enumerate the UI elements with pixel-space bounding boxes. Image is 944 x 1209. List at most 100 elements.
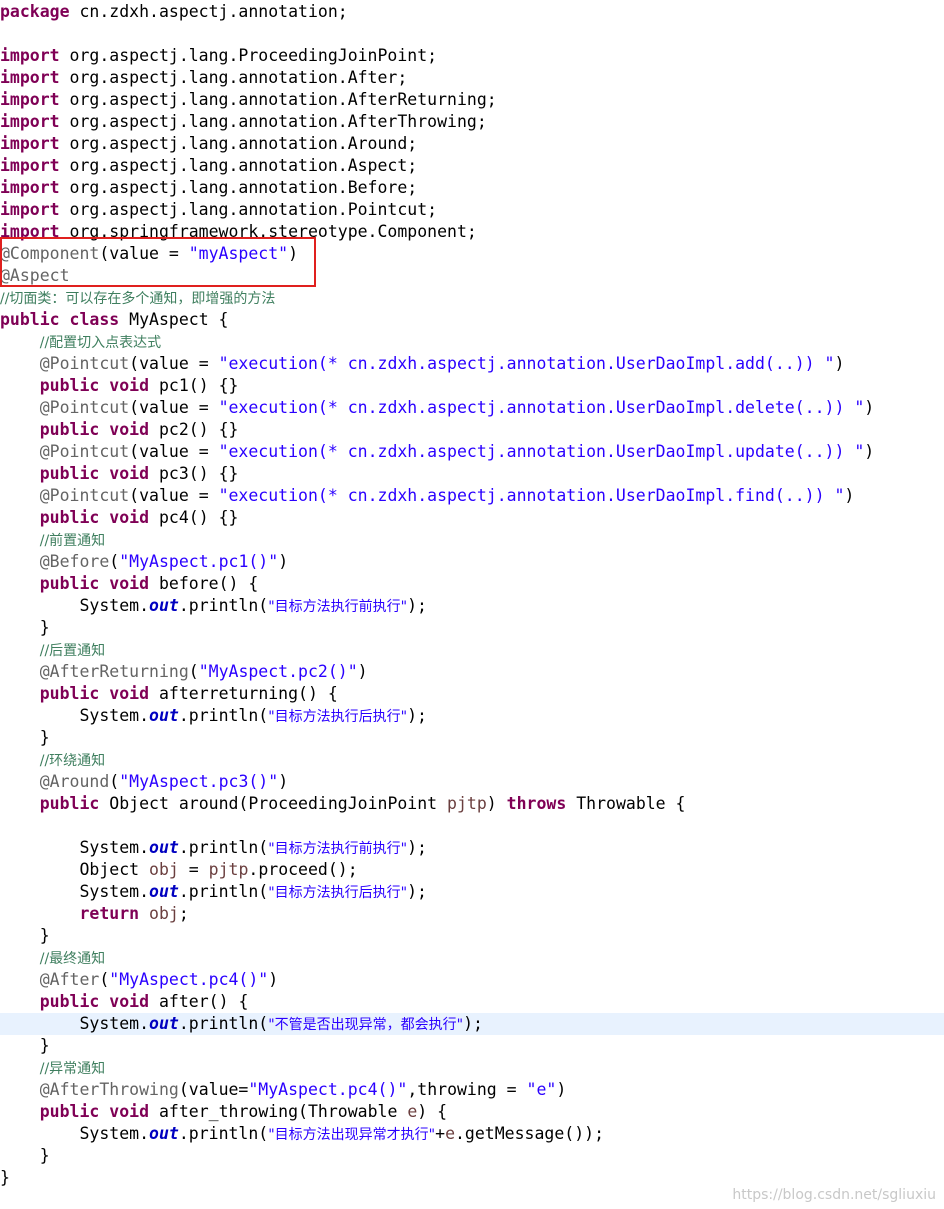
code-token: obj — [149, 860, 179, 879]
code-line[interactable]: @Pointcut(value = "execution(* cn.zdxh.a… — [0, 353, 944, 375]
code-token: "e" — [526, 1080, 557, 1099]
code-token: import — [0, 46, 60, 65]
code-token: public — [39, 508, 100, 527]
code-line[interactable]: import org.aspectj.lang.ProceedingJoinPo… — [0, 45, 944, 67]
code-line[interactable]: import org.aspectj.lang.annotation.After… — [0, 89, 944, 111]
code-token: ) — [556, 1080, 567, 1099]
code-token: //切面类：可以存在多个通知，即增强的方法 — [0, 291, 276, 307]
code-token: "MyAspect.pc4()" — [248, 1080, 408, 1099]
code-token: ) — [486, 794, 507, 813]
code-line[interactable]: public void after() { — [0, 991, 944, 1013]
code-line[interactable]: System.out.println("目标方法执行后执行"); — [0, 705, 944, 727]
code-line[interactable]: @Before("MyAspect.pc1()") — [0, 551, 944, 573]
code-token: after_throwing(Throwable — [149, 1102, 408, 1121]
code-token: org.aspectj.lang.ProceedingJoinPoint; — [59, 46, 438, 65]
code-token: import — [0, 90, 60, 109]
code-line[interactable]: @AfterThrowing(value="MyAspect.pc4()",th… — [0, 1079, 944, 1101]
code-line[interactable]: public class MyAspect { — [0, 309, 944, 331]
code-line[interactable]: } — [0, 1145, 944, 1167]
code-line[interactable]: import org.aspectj.lang.annotation.After… — [0, 111, 944, 133]
code-line[interactable]: } — [0, 617, 944, 639]
watermark: https://blog.csdn.net/sgliuxiu — [732, 1187, 936, 1203]
code-token: out — [149, 1124, 179, 1143]
code-line[interactable]: @Around("MyAspect.pc3()") — [0, 771, 944, 793]
code-token: public — [39, 992, 100, 1011]
code-line[interactable]: public void pc4() {} — [0, 507, 944, 529]
code-line[interactable]: } — [0, 727, 944, 749]
code-token: import — [0, 200, 60, 219]
code-line[interactable]: public void pc1() {} — [0, 375, 944, 397]
code-line[interactable]: } — [0, 1167, 944, 1189]
code-line[interactable]: return obj; — [0, 903, 944, 925]
code-line[interactable]: //后置通知 — [0, 639, 944, 661]
code-token: void — [109, 464, 150, 483]
code-line[interactable]: //最终通知 — [0, 947, 944, 969]
code-token: e — [407, 1102, 418, 1121]
code-token: void — [109, 1102, 150, 1121]
code-token: public — [39, 574, 100, 593]
code-line[interactable]: public void after_throwing(Throwable e) … — [0, 1101, 944, 1123]
code-token: org.aspectj.lang.annotation.After; — [59, 68, 408, 87]
code-token: after() { — [149, 992, 249, 1011]
code-line[interactable]: } — [0, 1035, 944, 1057]
code-line[interactable]: @After("MyAspect.pc4()") — [0, 969, 944, 991]
code-line[interactable]: //环绕通知 — [0, 749, 944, 771]
code-line[interactable]: import org.aspectj.lang.annotation.Befor… — [0, 177, 944, 199]
code-token: (value = — [129, 486, 219, 505]
code-line[interactable]: package cn.zdxh.aspectj.annotation; — [0, 1, 944, 23]
code-line[interactable]: @Pointcut(value = "execution(* cn.zdxh.a… — [0, 441, 944, 463]
code-line[interactable]: //前置通知 — [0, 529, 944, 551]
code-line[interactable]: System.out.println("目标方法执行前执行"); — [0, 837, 944, 859]
code-token: public — [39, 794, 100, 813]
code-token: .getMessage()); — [455, 1124, 605, 1143]
code-line[interactable]: Object obj = pjtp.proceed(); — [0, 859, 944, 881]
code-token: = — [178, 860, 209, 879]
code-line[interactable]: import org.aspectj.lang.annotation.After… — [0, 67, 944, 89]
code-token: //前置通知 — [39, 533, 106, 549]
code-line[interactable] — [0, 815, 944, 837]
code-line[interactable]: public void before() { — [0, 573, 944, 595]
code-token: void — [109, 508, 150, 527]
code-token: ); — [407, 838, 427, 857]
code-line[interactable]: import org.aspectj.lang.annotation.Point… — [0, 199, 944, 221]
code-token: .proceed(); — [248, 860, 358, 879]
code-token: out — [149, 882, 179, 901]
code-token: + — [435, 1124, 446, 1143]
code-line[interactable]: @Pointcut(value = "execution(* cn.zdxh.a… — [0, 397, 944, 419]
code-token: pc1() {} — [149, 376, 239, 395]
code-line[interactable]: public Object around(ProceedingJoinPoint… — [0, 793, 944, 815]
code-line[interactable] — [0, 23, 944, 45]
code-token: import — [0, 112, 60, 131]
code-token: System. — [0, 1124, 150, 1143]
code-line[interactable]: //配置切入点表达式 — [0, 331, 944, 353]
code-token: ( — [109, 772, 120, 791]
code-editor[interactable]: package cn.zdxh.aspectj.annotation; impor… — [0, 0, 944, 1209]
code-line[interactable]: @AfterReturning("MyAspect.pc2()") — [0, 661, 944, 683]
code-line[interactable]: public void afterreturning() { — [0, 683, 944, 705]
code-line[interactable]: } — [0, 925, 944, 947]
code-line[interactable]: @Pointcut(value = "execution(* cn.zdxh.a… — [0, 485, 944, 507]
code-token: System. — [0, 706, 150, 725]
code-line[interactable]: import org.aspectj.lang.annotation.Aspec… — [0, 155, 944, 177]
code-token: return — [79, 904, 140, 923]
code-line[interactable]: System.out.println("目标方法执行后执行"); — [0, 881, 944, 903]
code-token: //最终通知 — [39, 951, 106, 967]
code-token: obj — [149, 904, 179, 923]
code-line[interactable]: //切面类：可以存在多个通知，即增强的方法 — [0, 287, 944, 309]
code-line[interactable]: public void pc3() {} — [0, 463, 944, 485]
code-line[interactable]: public void pc2() {} — [0, 419, 944, 441]
code-line[interactable]: import org.aspectj.lang.annotation.Aroun… — [0, 133, 944, 155]
code-token: "目标方法执行后执行" — [268, 709, 408, 725]
code-token: @AfterReturning — [39, 662, 189, 681]
code-line[interactable]: //异常通知 — [0, 1057, 944, 1079]
code-line[interactable]: System.out.println("目标方法执行前执行"); — [0, 595, 944, 617]
code-token: .println( — [178, 882, 269, 901]
code-line[interactable]: System.out.println("目标方法出现异常才执行"+e.getMe… — [0, 1123, 944, 1145]
code-token: "目标方法执行前执行" — [268, 841, 408, 857]
code-line[interactable]: System.out.println("不管是否出现异常，都会执行"); — [0, 1013, 944, 1035]
code-token: org.aspectj.lang.annotation.AfterThrowin… — [59, 112, 487, 131]
